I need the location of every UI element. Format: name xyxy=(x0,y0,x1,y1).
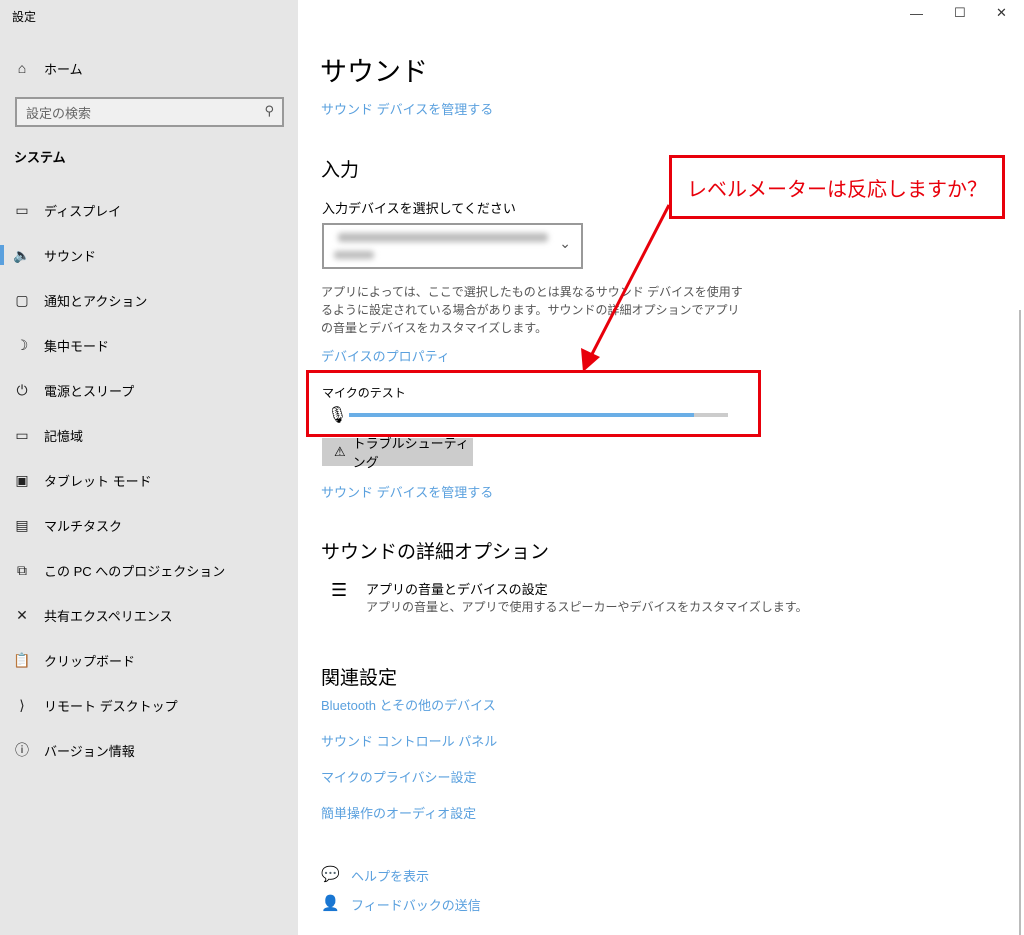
annotation-arrow xyxy=(581,204,671,372)
